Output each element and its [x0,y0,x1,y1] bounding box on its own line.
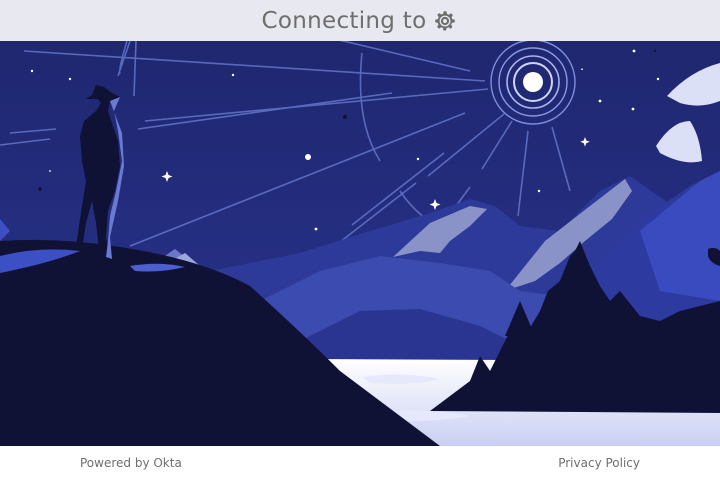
background-illustration [0,41,720,446]
gear-icon [435,10,456,31]
privacy-policy-link[interactable]: Privacy Policy [558,456,640,470]
header-bar: Connecting to [0,0,720,41]
powered-by-okta-link[interactable]: Powered by Okta [80,456,182,470]
footer: Powered by Okta Privacy Policy [0,446,720,480]
connecting-title: Connecting to [262,8,459,34]
night-landscape-image [0,41,720,446]
title-text: Connecting to [261,7,427,34]
